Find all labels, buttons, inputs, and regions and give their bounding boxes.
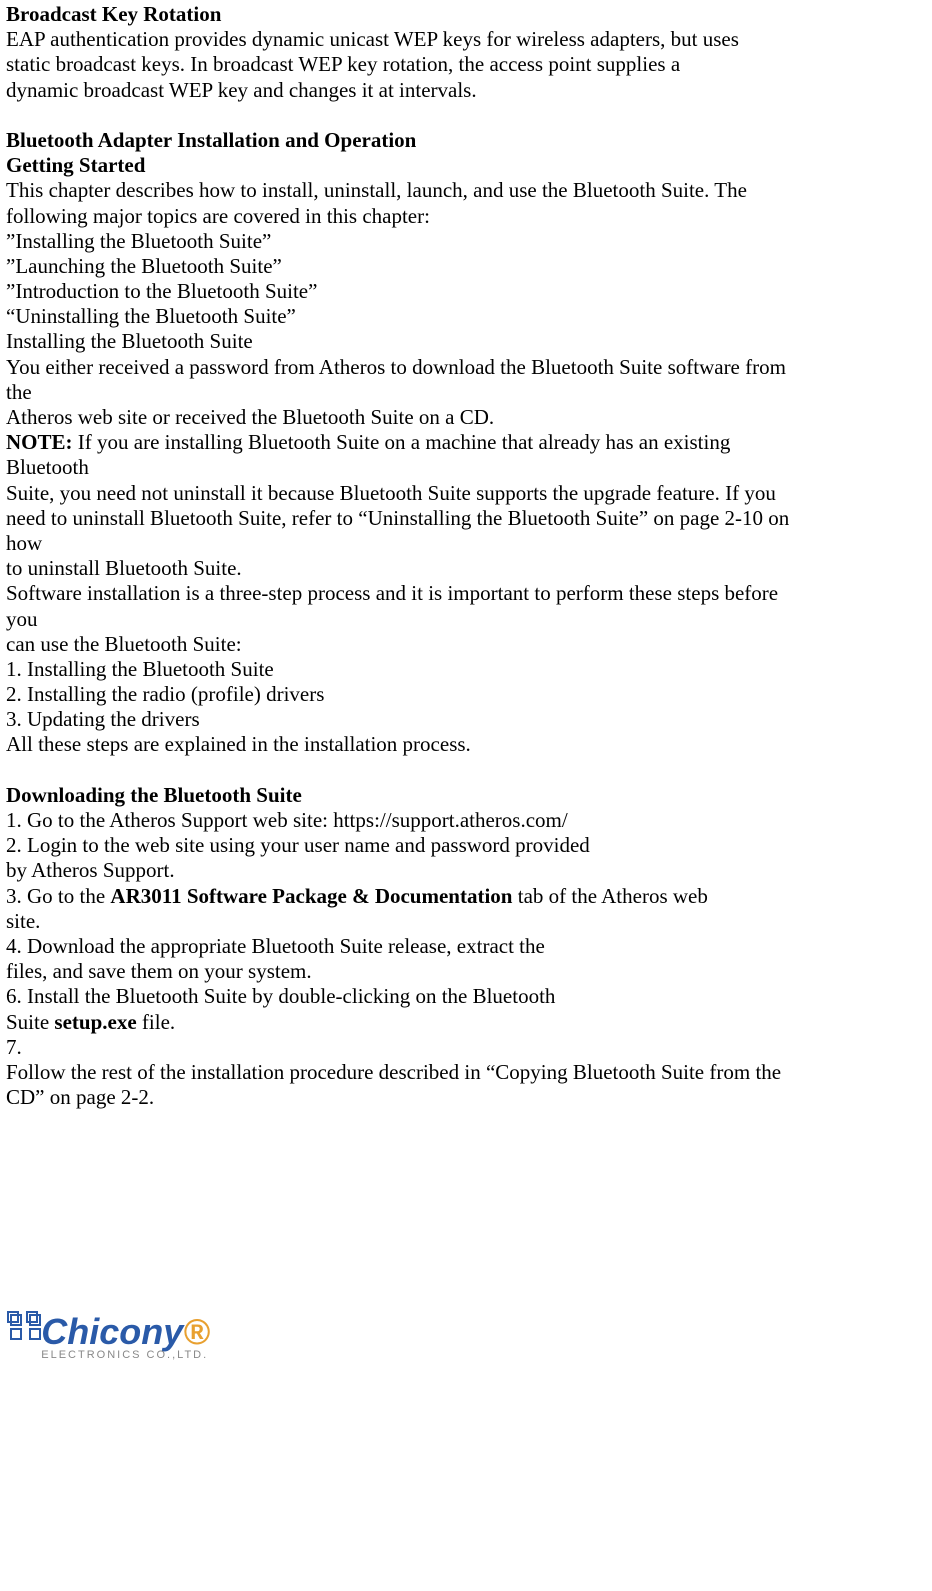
body-text: dynamic broadcast WEP key and changes it… (6, 78, 926, 103)
topic-item: ”Launching the Bluetooth Suite” (6, 254, 926, 279)
body-text: by Atheros Support. (6, 858, 926, 883)
body-text: Atheros web site or received the Bluetoo… (6, 405, 926, 430)
body-text: static broadcast keys. In broadcast WEP … (6, 52, 926, 77)
body-text: Follow the rest of the installation proc… (6, 1060, 926, 1085)
setup-file-name: setup.exe (54, 1010, 136, 1034)
body-text: Bluetooth (6, 455, 926, 480)
body-text: CD” on page 2-2. (6, 1085, 926, 1110)
body-text: how (6, 531, 926, 556)
body-text: the (6, 380, 926, 405)
step-item: 7. (6, 1035, 926, 1060)
heading-broadcast-key-rotation: Broadcast Key Rotation (6, 2, 926, 27)
body-text: to uninstall Bluetooth Suite. (6, 556, 926, 581)
topic-item: ”Installing the Bluetooth Suite” (6, 229, 926, 254)
step-item: 2. Login to the web site using your user… (6, 833, 926, 858)
topic-item: ”Introduction to the Bluetooth Suite” (6, 279, 926, 304)
body-text: files, and save them on your system. (6, 959, 926, 984)
body-text: can use the Bluetooth Suite: (6, 632, 926, 657)
step-item: Suite setup.exe file. (6, 1010, 926, 1035)
step-prefix: 3. Go to the (6, 884, 110, 908)
blank-line (6, 758, 926, 783)
step-item: 4. Download the appropriate Bluetooth Su… (6, 934, 926, 959)
body-text: site. (6, 909, 926, 934)
step-item: 2. Installing the radio (profile) driver… (6, 682, 926, 707)
step-item: 1. Installing the Bluetooth Suite (6, 657, 926, 682)
topic-item: “Uninstalling the Bluetooth Suite” (6, 304, 926, 329)
body-text: This chapter describes how to install, u… (6, 178, 926, 203)
step-item: 3. Go to the AR3011 Software Package & D… (6, 884, 926, 909)
body-text: Suite, you need not uninstall it because… (6, 481, 926, 506)
step-item: 3. Updating the drivers (6, 707, 926, 732)
body-text: EAP authentication provides dynamic unic… (6, 27, 926, 52)
step-suffix: file. (137, 1010, 175, 1034)
logo-icon (6, 1310, 39, 1347)
body-text: All these steps are explained in the ins… (6, 732, 926, 757)
heading-downloading: Downloading the Bluetooth Suite (6, 783, 926, 808)
step-item: 1. Go to the Atheros Support web site: h… (6, 808, 926, 833)
software-package-name: AR3011 Software Package & Documentation (110, 884, 512, 908)
footer-logo: Chicony® ELECTRONICS CO.,LTD. (6, 1310, 926, 1362)
step-item: 6. Install the Bluetooth Suite by double… (6, 984, 926, 1009)
body-text: Software installation is a three-step pr… (6, 581, 926, 606)
body-text: need to uninstall Bluetooth Suite, refer… (6, 506, 926, 531)
heading-installing: Installing the Bluetooth Suite (6, 329, 926, 354)
note-label: NOTE: (6, 430, 73, 454)
note-text: If you are installing Bluetooth Suite on… (73, 430, 731, 454)
body-text: following major topics are covered in th… (6, 204, 926, 229)
body-text: you (6, 607, 926, 632)
note-line: NOTE: If you are installing Bluetooth Su… (6, 430, 926, 455)
body-text: You either received a password from Athe… (6, 355, 926, 380)
heading-bluetooth-adapter: Bluetooth Adapter Installation and Opera… (6, 128, 926, 153)
step-prefix: Suite (6, 1010, 54, 1034)
step-suffix: tab of the Atheros web (512, 884, 707, 908)
logo-company-line: ELECTRONICS CO.,LTD. (41, 1349, 210, 1362)
blank-line (6, 103, 926, 128)
logo-brand-name: Chicony® (41, 1310, 210, 1353)
heading-getting-started: Getting Started (6, 153, 926, 178)
